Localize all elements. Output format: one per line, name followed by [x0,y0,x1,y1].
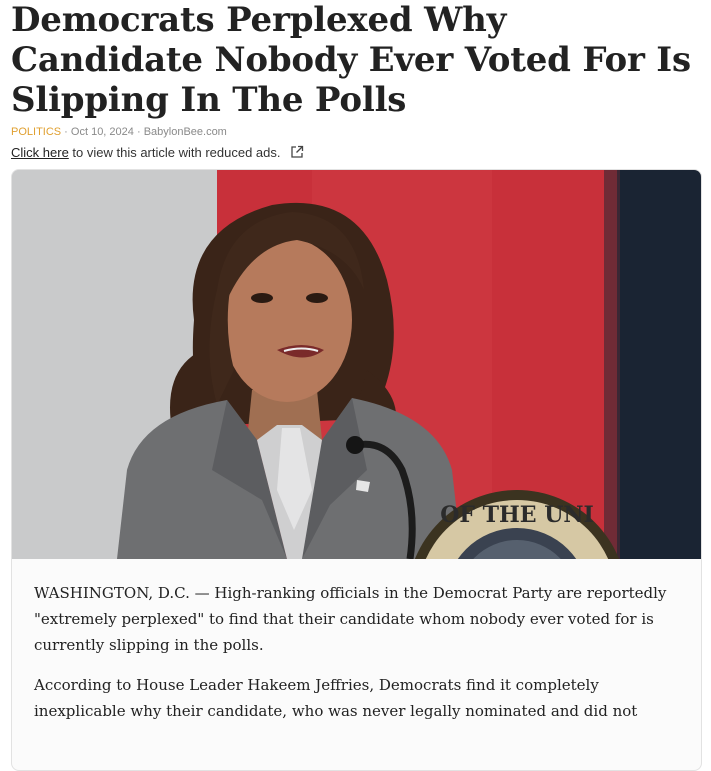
article-body: WASHINGTON, D.C. — High-ranking official… [34,580,684,738]
meta-separator: · [61,126,71,138]
meta-separator: · [133,126,144,138]
publish-date: Oct 10, 2024 [70,126,134,138]
article-photo: OF THE UNI [12,170,701,559]
article-paragraph-2: According to House Leader Hakeem Jeffrie… [34,676,638,720]
seal-text: OF THE UNI [440,502,594,528]
reduced-ads-notice: Click here to view this article with red… [11,145,304,162]
article-meta: POLITICS · Oct 10, 2024 · BabylonBee.com [11,126,227,138]
article-headline: Democrats Perplexed Why Candidate Nobody… [11,0,691,120]
source-label: BabylonBee.com [143,126,227,138]
category-label[interactable]: POLITICS [11,126,61,138]
article-paragraph-1: WASHINGTON, D.C. — High-ranking official… [34,584,667,654]
external-link-icon[interactable] [290,145,304,162]
click-here-link[interactable]: Click here [11,145,69,160]
reduced-ads-text: to view this article with reduced ads. [68,145,281,160]
article-card: OF THE UNI WASHINGTON, D.C. — High-ranki… [11,169,702,771]
